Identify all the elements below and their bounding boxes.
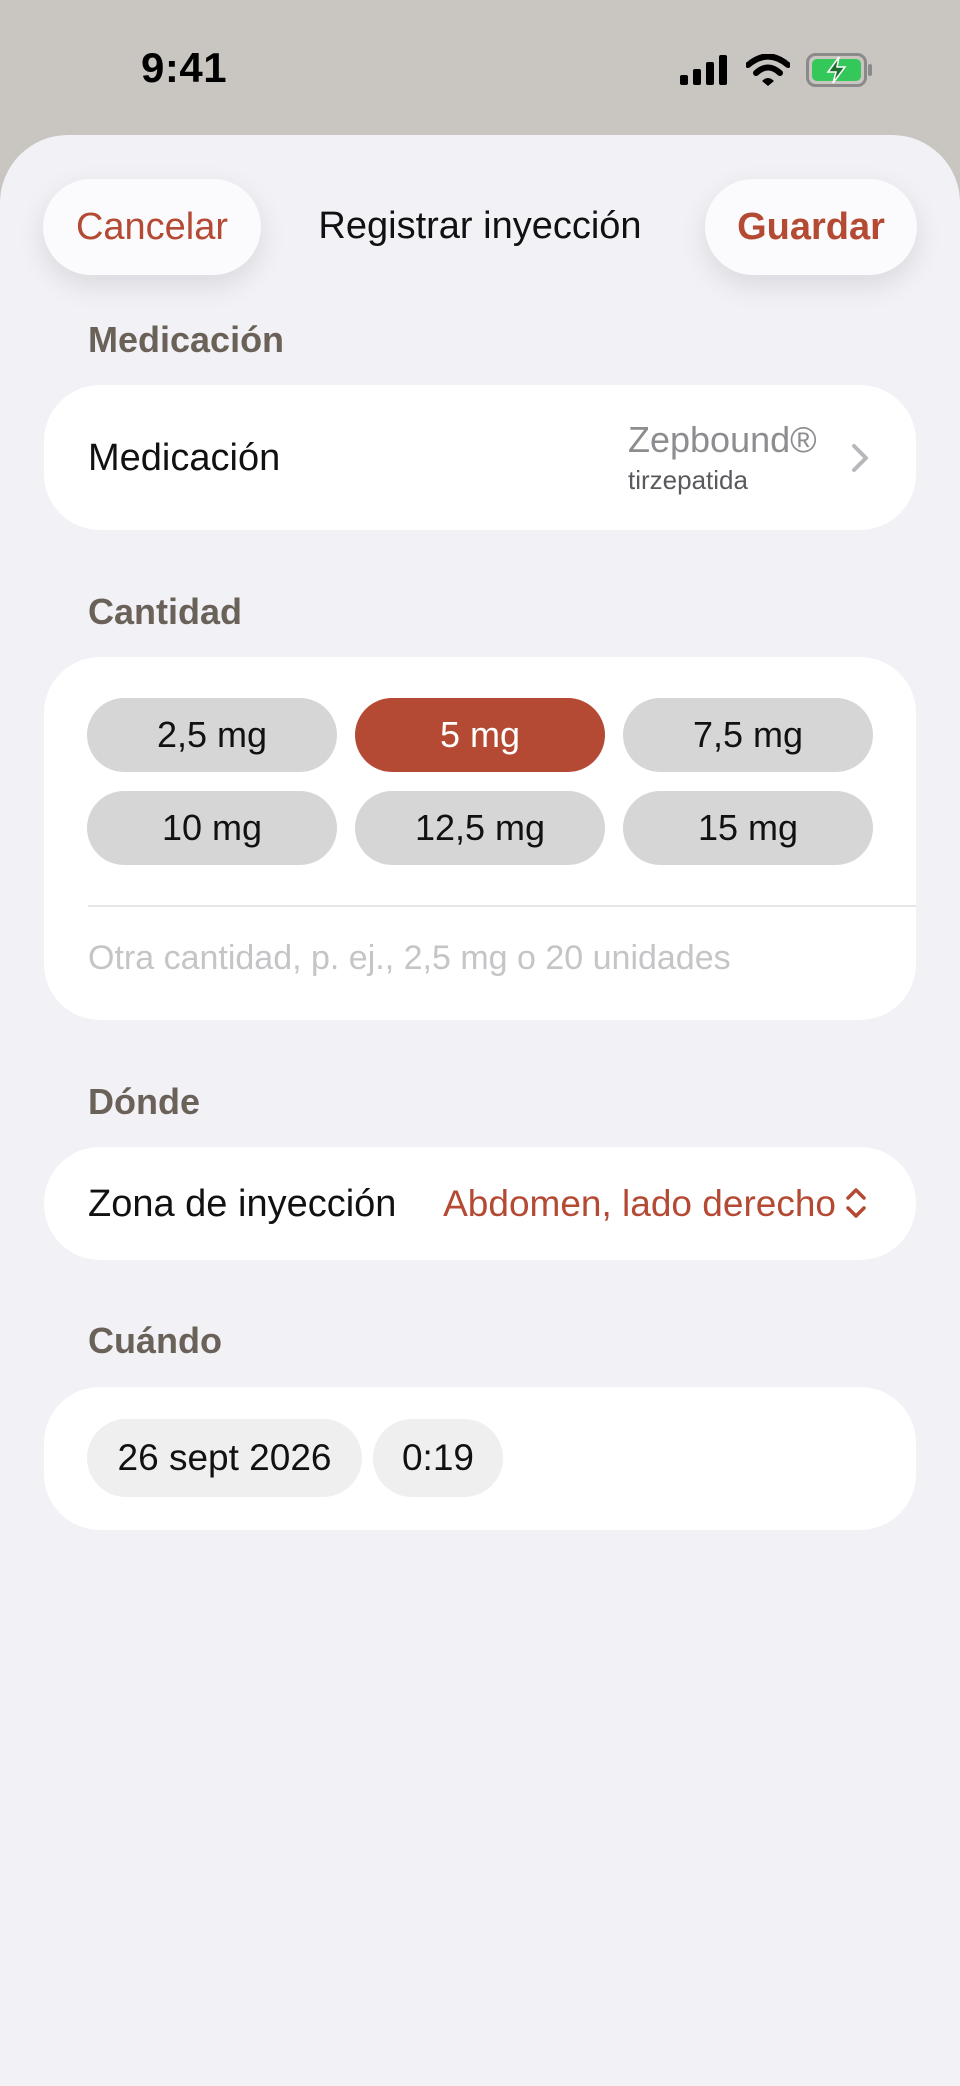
chevron-right-icon: [852, 444, 868, 472]
amount-card: 2,5 mg 5 mg 7,5 mg 10 mg 12,5 mg 15 mg O…: [44, 657, 916, 1020]
where-section-label: Dónde: [88, 1081, 200, 1122]
wifi-icon: [746, 54, 790, 86]
medication-generic-name: tirzepatida: [628, 465, 748, 495]
medication-section-label: Medicación: [88, 319, 285, 360]
when-section-label: Cuándo: [88, 1320, 222, 1361]
battery-charging-icon: [806, 53, 872, 87]
injection-site-value[interactable]: Abdomen, lado derecho: [443, 1183, 836, 1225]
when-card: 26 sept 2026 0:19: [44, 1387, 916, 1530]
dose-option-12-5mg[interactable]: 12,5 mg: [355, 791, 605, 865]
injection-site-label: Zona de inyección: [88, 1183, 397, 1225]
medication-row[interactable]: Medicación Zepbound® tirzepatida: [44, 385, 916, 530]
dose-option-15mg[interactable]: 15 mg: [623, 791, 873, 865]
log-injection-sheet: Cancelar Registrar inyección Guardar Med…: [0, 135, 960, 2086]
status-time: 9:41: [141, 44, 228, 91]
cellular-signal-icon: [680, 55, 727, 85]
cancel-button[interactable]: Cancelar: [43, 179, 261, 275]
chevron-up-down-icon: [846, 1188, 866, 1218]
dose-option-5mg[interactable]: 5 mg: [355, 698, 605, 772]
injection-site-row[interactable]: Zona de inyección Abdomen, lado derecho: [44, 1147, 916, 1260]
amount-section-label: Cantidad: [88, 591, 243, 632]
medication-row-label: Medicación: [88, 437, 281, 479]
dose-option-10mg[interactable]: 10 mg: [87, 791, 337, 865]
save-button[interactable]: Guardar: [705, 179, 917, 275]
dose-option-2-5mg[interactable]: 2,5 mg: [87, 698, 337, 772]
status-bar: 9:41: [0, 0, 960, 135]
status-icons: [680, 52, 874, 88]
custom-amount-input[interactable]: Otra cantidad, p. ej., 2,5 mg o 20 unida…: [88, 939, 731, 978]
dose-option-7-5mg[interactable]: 7,5 mg: [623, 698, 873, 772]
medication-name: Zepbound®: [628, 419, 817, 460]
date-picker-button[interactable]: 26 sept 2026: [87, 1419, 362, 1497]
divider: [88, 905, 916, 907]
time-picker-button[interactable]: 0:19: [373, 1419, 503, 1497]
sheet-title: Registrar inyección: [318, 205, 642, 247]
